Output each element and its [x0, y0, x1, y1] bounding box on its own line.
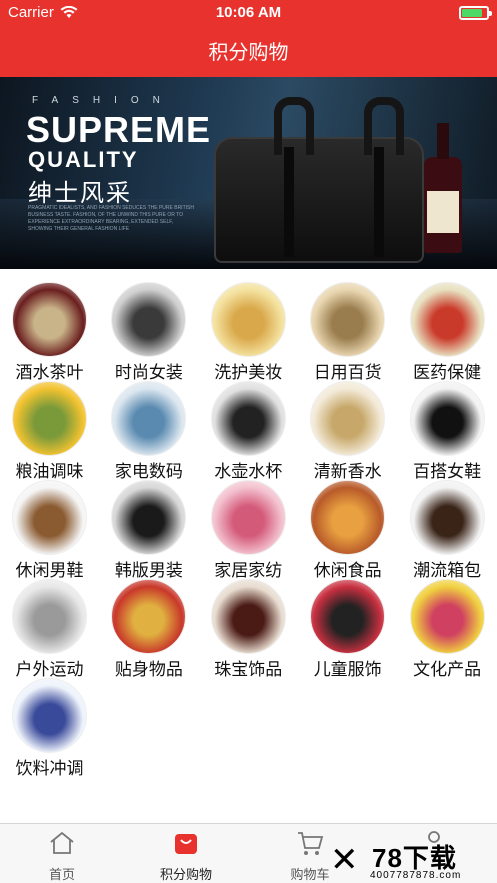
category-label: 儿童服饰 [313, 660, 382, 679]
category-daily-goods[interactable]: 日用百货 [298, 272, 397, 382]
books-culture-icon [409, 579, 485, 654]
watermark-x-icon: ✕ [330, 841, 359, 879]
category-wine-tea[interactable]: 酒水茶叶 [0, 272, 99, 382]
status-bar: Carrier 10:06 AM [0, 0, 497, 26]
womens-fashion-icon [111, 282, 187, 357]
page-title: 积分购物 [208, 42, 289, 64]
shopping-bag-icon [175, 834, 197, 854]
category-grain-oil[interactable]: 粮油调味 [0, 371, 99, 481]
category-mens-fashion[interactable]: 韩版男装 [99, 470, 198, 580]
category-bags[interactable]: 潮流箱包 [398, 470, 497, 580]
tab-home-label: 首页 [48, 867, 75, 882]
kids-clothing-icon [310, 579, 386, 654]
home-icon [50, 831, 74, 854]
cart-icon [298, 832, 324, 855]
category-label: 贴身物品 [114, 660, 183, 679]
banner-headline-cn: 绅士风采 [28, 180, 132, 207]
jewelry-icon [210, 579, 286, 654]
home-textile-icon [210, 480, 286, 555]
tab-home[interactable]: 首页 [0, 824, 124, 883]
category-health-medicine[interactable]: 医药保健 [398, 272, 497, 382]
banner-fashion-text: FASHION [32, 95, 174, 106]
category-snack-food[interactable]: 休闲食品 [298, 470, 397, 580]
tab-points-shop[interactable]: 积分购物 [124, 824, 248, 883]
banner-headline-1: SUPREME [26, 109, 212, 150]
kettle-cup-icon [210, 381, 286, 456]
category-books-culture[interactable]: 文化产品 [398, 569, 497, 679]
category-beverage[interactable]: 饮料冲调 [0, 668, 99, 778]
category-label: 文化产品 [413, 660, 482, 679]
battery-fill [462, 9, 482, 17]
bags-icon [409, 480, 485, 555]
category-home-textile[interactable]: 家居家纺 [199, 470, 298, 580]
category-perfume[interactable]: 清新香水 [298, 371, 397, 481]
category-mens-shoes[interactable]: 休闲男鞋 [0, 470, 99, 580]
tab-points-shop-label: 积分购物 [159, 867, 212, 882]
status-time: 10:06 AM [215, 4, 282, 21]
health-medicine-icon [409, 282, 485, 357]
category-kettle-cup[interactable]: 水壶水杯 [199, 371, 298, 481]
watermark-logo: ✕ 78下载 4007787878.com [330, 838, 490, 883]
womens-shoes-icon [409, 381, 485, 456]
app-header: Carrier 10:06 AM 积分购物 [0, 0, 497, 77]
appliance-digital-icon [111, 381, 187, 456]
daily-goods-icon [310, 282, 386, 357]
beauty-care-icon [210, 282, 286, 357]
grain-oil-icon [12, 381, 87, 456]
banner-wine-bottle-image [424, 123, 462, 253]
mens-fashion-icon [111, 480, 187, 555]
category-womens-fashion[interactable]: 时尚女装 [99, 272, 198, 382]
category-jewelry[interactable]: 珠宝饰品 [199, 569, 298, 679]
banner-small-print: PRAGMATIC IDEALISTS, AND FASHION SEDUCES… [28, 205, 194, 232]
promo-banner[interactable]: FASHION SUPREME QUALITY 绅士风采 PRAGMATIC I… [0, 77, 497, 269]
battery-icon [459, 6, 492, 20]
intimate-items-icon [111, 579, 187, 654]
wine-tea-icon [12, 282, 87, 357]
snack-food-icon [310, 480, 386, 555]
category-label: 珠宝饰品 [214, 660, 283, 679]
mens-shoes-icon [12, 480, 87, 555]
category-intimate-items[interactable]: 贴身物品 [99, 569, 198, 679]
category-appliance-digital[interactable]: 家电数码 [99, 371, 198, 481]
banner-bag-image [214, 97, 424, 263]
category-outdoor-sports[interactable]: 户外运动 [0, 569, 99, 679]
category-beauty-care[interactable]: 洗护美妆 [199, 272, 298, 382]
beverage-icon [12, 678, 87, 753]
category-kids-clothing[interactable]: 儿童服饰 [298, 569, 397, 679]
category-label: 饮料冲调 [15, 759, 84, 778]
category-womens-shoes[interactable]: 百搭女鞋 [398, 371, 497, 481]
banner-headline-2: QUALITY [28, 147, 139, 172]
outdoor-sports-icon [12, 579, 87, 654]
watermark-url: 4007787878.com [370, 870, 462, 881]
perfume-icon [310, 381, 386, 456]
